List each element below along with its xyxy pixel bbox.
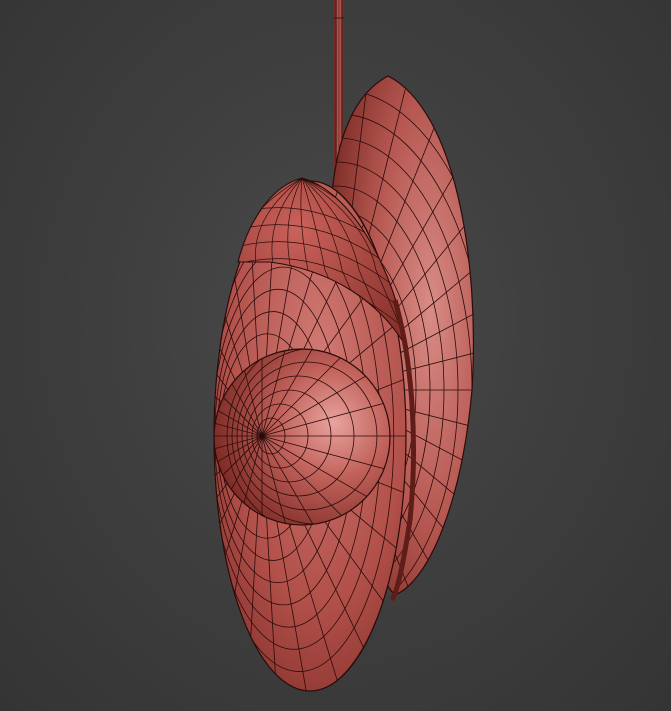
3d-viewport[interactable] <box>0 0 671 711</box>
pendant-lamp-model <box>213 0 475 692</box>
